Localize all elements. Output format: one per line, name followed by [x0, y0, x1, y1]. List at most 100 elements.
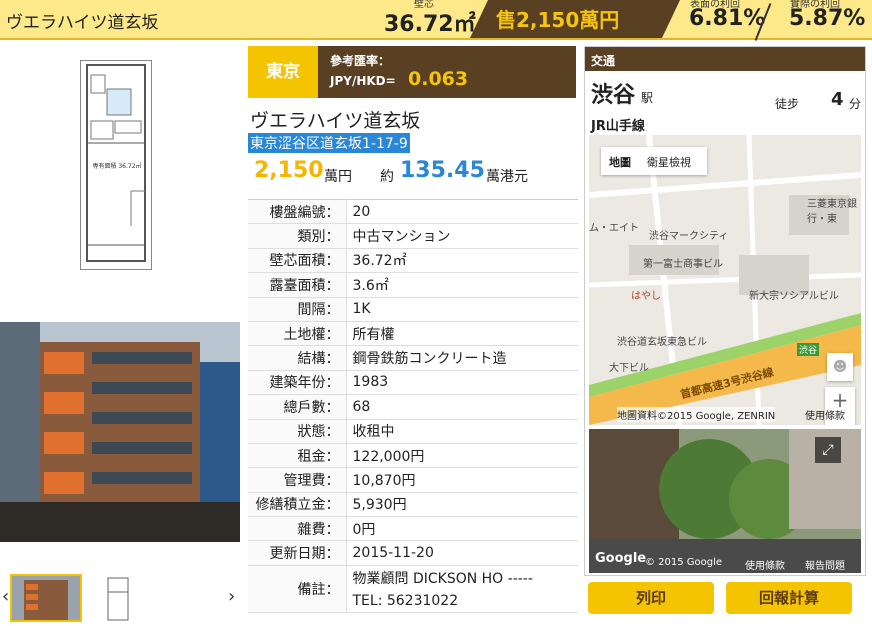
- station-name: 渋谷: [591, 83, 636, 108]
- map-label-7: ム・エイト: [589, 223, 639, 234]
- spec-value: 1K: [346, 297, 578, 322]
- street-view[interactable]: ⤢ Google © 2015 Google 使用條款 報告問題: [589, 429, 861, 573]
- street-view-pegman-icon[interactable]: ☻: [827, 353, 853, 381]
- table-row: 總戶數： 68: [248, 394, 578, 420]
- train-line: JR山手線: [591, 119, 645, 134]
- thumbnail-floorplan[interactable]: [98, 576, 138, 622]
- rate-value: 0.063: [408, 68, 469, 90]
- spec-value: 2015-11-20: [346, 540, 578, 566]
- exchange-rate-box: 參考匯率： JPY/HKD= 0.063: [318, 46, 576, 98]
- table-row: 土地權： 所有權: [248, 321, 578, 347]
- header-bar: ヴエラハイツ道玄坂 壁芯 36.72㎡ 售2,150萬円 表面の利回 6.81%…: [0, 0, 872, 41]
- spec-value: 20: [346, 199, 578, 225]
- spec-value: 鋼骨鉄筋コンクリート造: [346, 345, 578, 371]
- thumbnail-building[interactable]: [10, 574, 82, 622]
- property-name: ヴエラハイツ道玄坂: [250, 110, 421, 132]
- spec-value: 36.72㎡: [346, 248, 578, 274]
- map-type-toggle: 地圖 衛星檢視: [601, 147, 707, 175]
- spec-key: 結構：: [248, 345, 347, 371]
- thumbnail-strip: ‹ ›: [0, 572, 248, 622]
- tab-satellite[interactable]: 衛星檢視: [647, 154, 691, 170]
- spec-value: 收租中: [346, 419, 578, 444]
- thumbnail-floorplan-drawing: [107, 577, 129, 621]
- table-row: 類別： 中古マンション: [248, 223, 578, 249]
- station-suffix: 駅: [641, 91, 654, 105]
- spec-key: 土地權：: [248, 321, 347, 347]
- building-drawing: [0, 322, 240, 542]
- table-row: 結構： 鋼骨鉄筋コンクリート造: [248, 345, 578, 371]
- floorplan-image[interactable]: 専有面積 36.72㎡: [80, 60, 152, 270]
- table-row: 雜費： 0円: [248, 516, 578, 542]
- street-copyright: © 2015 Google: [645, 557, 723, 568]
- spec-value: 122,000円: [346, 443, 578, 469]
- spec-value: 5,930円: [346, 492, 578, 518]
- rate-label: 參考匯率：: [330, 54, 391, 68]
- spec-key: 雜費：: [248, 516, 347, 542]
- map-label-9: 渋谷: [797, 343, 820, 356]
- map-label-4: 大下ビル: [609, 363, 649, 374]
- walk-minutes: 4: [831, 89, 844, 110]
- remark-line2: TEL: 56231022: [352, 592, 459, 609]
- street-google-logo: Google: [595, 551, 647, 566]
- table-row: 租金： 122,000円: [248, 443, 578, 469]
- table-row: 壁芯面積： 36.72㎡: [248, 248, 578, 274]
- map-label-1: 第一富士商事ビル: [643, 259, 723, 270]
- tab-map[interactable]: 地圖: [609, 154, 631, 170]
- map-label-0: 渋谷マークシティ: [649, 231, 729, 242]
- property-address: 東京涩谷区道玄坂1-17-9: [248, 133, 410, 153]
- table-row: 管理費： 10,870円: [248, 467, 578, 493]
- map-view[interactable]: 渋谷マークシティ 第一富士商事ビル 新大宗ソシアルビル 渋谷道玄坂東急ビル 大下…: [589, 135, 861, 425]
- calc-return-button[interactable]: 回報計算: [726, 582, 852, 614]
- table-row: 樓盤編號： 20: [248, 199, 578, 225]
- spec-value: 68: [346, 394, 578, 420]
- property-title: ヴエラハイツ道玄坂: [6, 13, 159, 33]
- spec-value: 3.6㎡: [346, 272, 578, 298]
- thumb-next-arrow[interactable]: ›: [228, 586, 235, 607]
- table-row: 更新日期： 2015-11-20: [248, 540, 578, 566]
- table-row: 修繕積立金： 5,930円: [248, 492, 578, 518]
- spec-value: 0円: [346, 516, 578, 542]
- spec-key: 修繕積立金：: [248, 492, 347, 518]
- price-hkd: 135.45: [400, 158, 485, 183]
- map-label-8: はやし: [631, 291, 661, 302]
- report-problem-link[interactable]: 報告問題: [805, 557, 845, 572]
- spec-key: 建築年份：: [248, 370, 347, 396]
- price-value: 售2,150萬円: [496, 8, 620, 32]
- thumb-prev-arrow[interactable]: ‹: [2, 586, 9, 607]
- spec-key: 更新日期：: [248, 540, 347, 566]
- transport-panel: 交通 渋谷 駅 徒步 4 分 JR山手線 渋谷マークシティ 第一富士商事ビル 新…: [584, 46, 866, 576]
- table-row: 備註： 物業顧問 DICKSON HO ----- TEL: 56231022: [248, 565, 578, 613]
- walk-unit: 分: [849, 97, 862, 111]
- spec-table: 樓盤編號： 20 類別： 中古マンション 壁芯面積： 36.72㎡ 露臺面積： 3.6㎡…: [248, 199, 578, 613]
- spec-key: 租金：: [248, 443, 347, 469]
- remark-key: 備註：: [248, 565, 347, 613]
- spec-value: 10,870円: [346, 467, 578, 493]
- print-button[interactable]: 列印: [588, 582, 714, 614]
- spec-value: 中古マンション: [346, 223, 578, 249]
- price-approx-label: 約: [380, 169, 394, 185]
- spec-key: 類別：: [248, 223, 347, 249]
- spec-key: 狀態：: [248, 419, 347, 444]
- thumbnail-building-drawing: [12, 576, 80, 620]
- expand-icon[interactable]: ⤢: [815, 437, 841, 463]
- street-terms-link[interactable]: 使用條款: [745, 557, 785, 572]
- spec-value: 1983: [346, 370, 578, 396]
- map-copyright: 地圖資料©2015 Google, ZENRIN: [617, 407, 776, 422]
- area-value: 36.72㎡: [384, 12, 476, 37]
- remark-value: 物業顧問 DICKSON HO ----- TEL: 56231022: [346, 565, 578, 613]
- spec-key: 管理費：: [248, 467, 347, 493]
- location-badge: 東京: [248, 46, 318, 98]
- gross-yield-value: 6.81%: [689, 6, 766, 31]
- map-label-3: 渋谷道玄坂東急ビル: [617, 337, 707, 348]
- spec-key: 樓盤編號：: [248, 199, 347, 225]
- building-photo[interactable]: [0, 322, 240, 542]
- map-terms-link[interactable]: 使用條款: [805, 407, 845, 422]
- map-label-2: 新大宗ソシアルビル: [749, 291, 839, 302]
- price-jpy: 2,150: [254, 158, 324, 183]
- remark-line1: 物業顧問 DICKSON HO -----: [352, 570, 533, 587]
- rate-currency: JPY/HKD=: [330, 74, 396, 88]
- table-row: 狀態： 收租中: [248, 419, 578, 444]
- transport-header: 交通: [585, 47, 865, 71]
- net-yield-value: 5.87%: [789, 6, 866, 31]
- table-row: 建築年份： 1983: [248, 370, 578, 396]
